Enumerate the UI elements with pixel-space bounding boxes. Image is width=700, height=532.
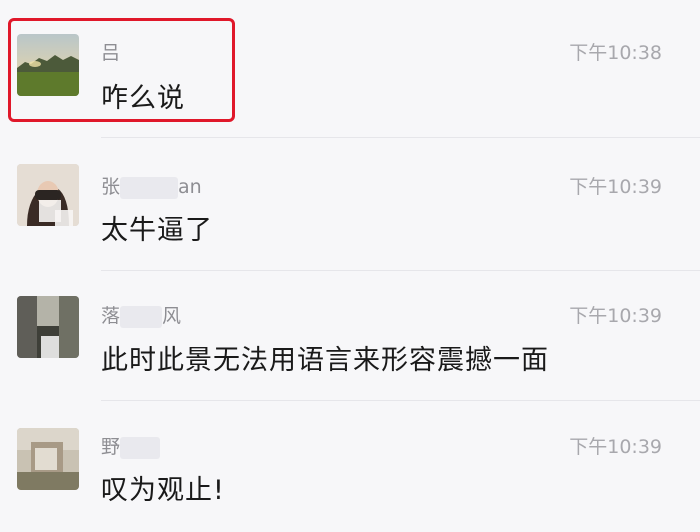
message-time: 下午10:38	[569, 42, 662, 64]
list-item[interactable]: 落风 下午10:39 此时此景无法用语言来形容震撼一面	[0, 272, 700, 402]
message-time: 下午10:39	[569, 176, 662, 198]
redaction	[120, 436, 161, 459]
avatar[interactable]	[17, 164, 79, 226]
sender-name: 野	[101, 432, 161, 459]
list-item[interactable]: 张 an 下午10:39 太牛逼了	[0, 140, 700, 272]
message-text: 太牛逼了	[101, 215, 213, 246]
divider	[101, 137, 700, 138]
highlight-box	[8, 18, 235, 122]
message-time: 下午10:39	[569, 436, 662, 458]
avatar[interactable]	[17, 428, 79, 490]
divider	[101, 270, 700, 271]
person-avatar-icon	[17, 164, 79, 226]
message-time: 下午10:39	[569, 305, 662, 327]
redaction	[120, 305, 163, 328]
avatar[interactable]	[17, 296, 79, 358]
sender-name-suffix: 风	[162, 305, 182, 327]
sender-name-prefix: 张	[101, 176, 121, 198]
redaction	[120, 176, 179, 199]
blurred-avatar-icon	[17, 428, 79, 490]
blurred-avatar-icon	[17, 296, 79, 358]
message-text: 叹为观止!	[101, 475, 225, 506]
divider	[101, 400, 700, 401]
sender-name: 张 an	[101, 172, 202, 199]
message-text: 此时此景无法用语言来形容震撼一面	[101, 345, 549, 376]
sender-name-prefix: 落	[101, 305, 121, 327]
chat-list: 吕 下午10:38 咋么说 张 an 下午10:39 太牛逼了 落 风 下午10…	[0, 0, 700, 532]
list-item[interactable]: 野 下午10:39 叹为观止!	[0, 402, 700, 532]
sender-name: 落风	[101, 301, 181, 328]
sender-name-prefix: 野	[101, 436, 121, 458]
sender-name-suffix: an	[178, 176, 202, 198]
